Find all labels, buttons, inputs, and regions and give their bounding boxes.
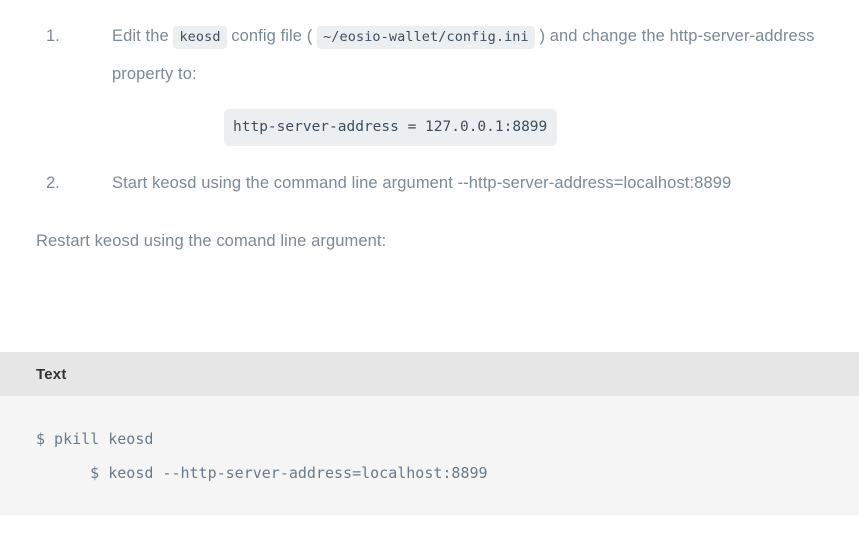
documentation-page: 1. Edit the keosd config file ( ~/eosio-… [0,0,859,536]
list-item: 2. Start keosd using the command line ar… [0,146,859,202]
code-panel-content[interactable]: $ pkill keosd $ keosd --http-server-addr… [36,422,859,490]
list-item-text: Start keosd using the command line argum… [112,174,732,192]
inline-code-block-http-server-address: http-server-address = 127.0.0.1:8899 [224,109,558,146]
list-item-marker: 1. [46,27,60,45]
list-item: 1. Edit the keosd config file ( ~/eosio-… [0,0,859,146]
inline-code-keosd: keosd [173,26,227,49]
document-content: 1. Edit the keosd config file ( ~/eosio-… [0,0,859,260]
code-panel-header: Text [0,352,859,396]
list-item-text: Edit the keosd config file ( ~/eosio-wal… [112,18,859,93]
code-panel: Text $ pkill keosd $ keosd --http-server… [0,352,859,515]
inline-code-config-path: ~/eosio-wallet/config.ini [317,26,535,49]
code-panel-body: $ pkill keosd $ keosd --http-server-addr… [0,396,859,515]
list-item-marker: 2. [46,174,60,192]
step-text-segment-1: Edit the [112,27,174,45]
code-panel-title: Text [36,365,67,383]
restart-instruction-paragraph: Restart keosd using the comand line argu… [36,232,387,250]
ordered-step-list: 1. Edit the keosd config file ( ~/eosio-… [0,0,859,202]
step-text-segment-2: config file ( [226,27,318,45]
